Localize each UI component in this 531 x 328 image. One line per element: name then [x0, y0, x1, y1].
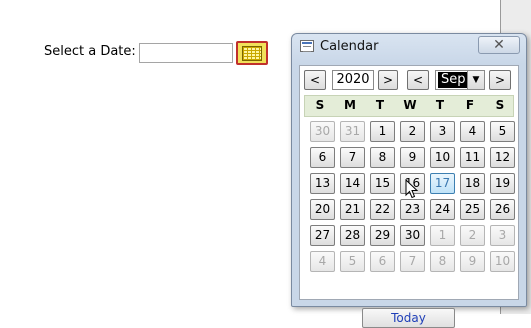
close-button[interactable]: ✕: [478, 36, 520, 54]
day-cell[interactable]: 25: [460, 199, 485, 220]
prev-month-button[interactable]: <: [407, 70, 429, 90]
weekday-thu: T: [435, 98, 445, 112]
year-field[interactable]: 2020: [332, 70, 374, 90]
day-cell[interactable]: 26: [490, 199, 515, 220]
day-cell[interactable]: 4: [460, 121, 485, 142]
calendar-window: Calendar ✕ < 2020 > < Sep ▼ > S M T W T …: [291, 33, 527, 328]
prev-year-button[interactable]: <: [304, 70, 326, 90]
day-cell[interactable]: 30: [400, 225, 425, 246]
day-cell[interactable]: 30: [310, 121, 335, 142]
day-cell[interactable]: 21: [340, 199, 365, 220]
day-cell[interactable]: 18: [460, 173, 485, 194]
day-cell[interactable]: 1: [430, 225, 455, 246]
day-cell[interactable]: 1: [370, 121, 395, 142]
day-cell[interactable]: 19: [490, 173, 515, 194]
next-month-button[interactable]: >: [489, 70, 511, 90]
day-cell[interactable]: 23: [400, 199, 425, 220]
weekday-wed: W: [403, 98, 417, 112]
weekday-mon: M: [344, 98, 356, 112]
day-cell[interactable]: 3: [430, 121, 455, 142]
calendar-picker-button[interactable]: [236, 41, 268, 65]
day-cell[interactable]: 9: [460, 251, 485, 272]
day-cell[interactable]: 13: [310, 173, 335, 194]
day-cell[interactable]: 4: [310, 251, 335, 272]
title-bar[interactable]: Calendar ✕: [292, 34, 526, 60]
calendar-grid-icon: [242, 45, 262, 61]
date-input[interactable]: [139, 43, 233, 63]
day-cell[interactable]: 5: [490, 121, 515, 142]
day-cell[interactable]: 31: [340, 121, 365, 142]
weekday-sun: S: [315, 98, 325, 112]
day-cell[interactable]: 12: [490, 147, 515, 168]
day-cell[interactable]: 20: [310, 199, 335, 220]
day-cell[interactable]: 7: [400, 251, 425, 272]
day-cell[interactable]: 2: [460, 225, 485, 246]
day-cell[interactable]: 17: [430, 173, 455, 194]
weekday-sat: S: [495, 98, 505, 112]
next-year-button[interactable]: >: [378, 70, 398, 90]
form-icon: [300, 40, 314, 52]
day-cell[interactable]: 27: [310, 225, 335, 246]
day-cell[interactable]: 5: [340, 251, 365, 272]
day-cell[interactable]: 24: [430, 199, 455, 220]
month-select[interactable]: Sep ▼: [435, 70, 485, 90]
chevron-down-icon[interactable]: ▼: [467, 71, 484, 89]
day-cell[interactable]: 10: [430, 147, 455, 168]
select-date-label: Select a Date:: [44, 44, 136, 59]
day-cell[interactable]: 11: [460, 147, 485, 168]
weekday-header: S M T W T F S: [304, 95, 514, 117]
weekday-tue: T: [375, 98, 385, 112]
month-value: Sep: [438, 72, 469, 88]
mouse-pointer-icon: [405, 179, 419, 199]
day-cell[interactable]: 15: [370, 173, 395, 194]
day-cell[interactable]: 9: [400, 147, 425, 168]
day-cell[interactable]: 28: [340, 225, 365, 246]
day-cell[interactable]: 2: [400, 121, 425, 142]
day-cell[interactable]: 7: [340, 147, 365, 168]
day-cell[interactable]: 8: [370, 147, 395, 168]
day-cell[interactable]: 6: [370, 251, 395, 272]
day-cell[interactable]: 6: [310, 147, 335, 168]
day-cell[interactable]: 3: [490, 225, 515, 246]
day-cell[interactable]: 14: [340, 173, 365, 194]
day-cell[interactable]: 22: [370, 199, 395, 220]
window-title: Calendar: [320, 39, 379, 54]
today-button[interactable]: Today: [362, 308, 455, 328]
weekday-fri: F: [465, 98, 475, 112]
day-cell[interactable]: 10: [490, 251, 515, 272]
day-cell[interactable]: 8: [430, 251, 455, 272]
day-cell[interactable]: 29: [370, 225, 395, 246]
